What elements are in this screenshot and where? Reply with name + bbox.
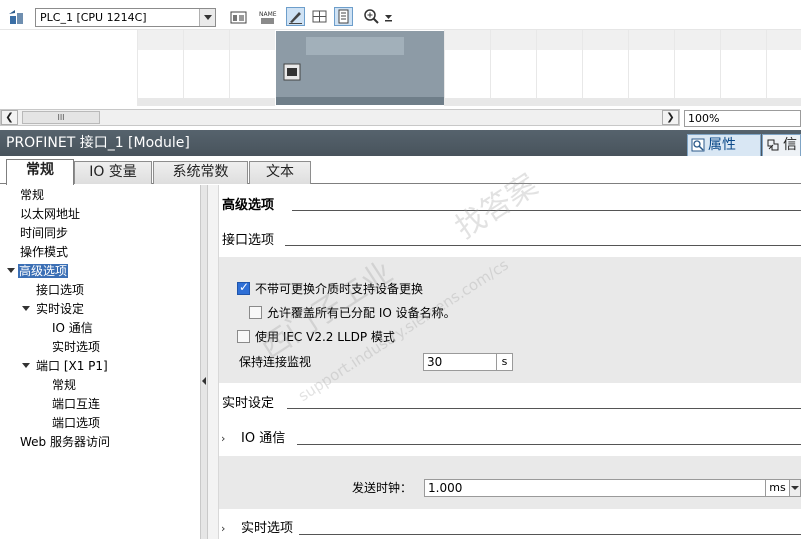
- tree-item-interface-options[interactable]: 接口选项: [36, 281, 84, 299]
- tree-item-port-options[interactable]: 端口选项: [52, 414, 100, 432]
- chevron-down-icon[interactable]: [789, 479, 801, 497]
- rack-slot[interactable]: [183, 30, 229, 106]
- tree-item-port-x1p1[interactable]: 端口 [X1 P1]: [36, 357, 108, 375]
- tab-io-tags[interactable]: IO 变量: [74, 161, 152, 184]
- tree-item-ethernet-address[interactable]: 以太网地址: [20, 205, 80, 223]
- zoom-level-field[interactable]: 100%: [684, 110, 801, 127]
- device-view: PLC_1 [CPU 1214C] NAME ❮ III ❯ 100%: [0, 0, 801, 130]
- send-clock-input[interactable]: 1.000: [424, 479, 766, 497]
- checkbox-lldp-mode[interactable]: [237, 330, 250, 343]
- io-communication-panel: 发送时钟： 1.000 ms: [219, 456, 801, 509]
- properties-icon: [691, 138, 705, 152]
- rack-slot[interactable]: [229, 30, 275, 106]
- rack-slot[interactable]: [490, 30, 536, 106]
- keepalive-input[interactable]: 30: [423, 353, 497, 371]
- tree-item-realtime-settings[interactable]: 实时设定: [36, 300, 84, 318]
- expand-arrow-icon[interactable]: [22, 362, 30, 370]
- rack-slot[interactable]: [444, 30, 490, 106]
- tab-info-label: 信: [783, 137, 797, 153]
- device-selector[interactable]: PLC_1 [CPU 1214C]: [35, 8, 216, 27]
- heading-io-communication: IO 通信: [241, 431, 286, 446]
- heading-interface-options: 接口选项: [222, 233, 275, 248]
- send-clock-unit: ms: [765, 479, 790, 497]
- heading-realtime: 实时设定: [222, 396, 275, 411]
- tree-item-time-sync[interactable]: 时间同步: [20, 224, 68, 242]
- device-toolbar: PLC_1 [CPU 1214C] NAME: [0, 0, 801, 30]
- tree-item-operating-mode[interactable]: 操作模式: [20, 243, 68, 261]
- rack-slot[interactable]: [536, 30, 582, 106]
- expand-arrow-icon[interactable]: [22, 305, 30, 313]
- rack-slot[interactable]: [628, 30, 674, 106]
- section-divider: [285, 245, 801, 246]
- checkbox-device-replace[interactable]: [237, 280, 250, 295]
- device-rack: [0, 30, 801, 108]
- cpu-module-image[interactable]: [276, 31, 444, 105]
- heading-realtime-options: 实时选项: [241, 521, 294, 536]
- rack-slot[interactable]: [137, 30, 183, 106]
- tab-info[interactable]: 信: [762, 134, 801, 156]
- section-divider: [287, 408, 801, 409]
- rack-slot[interactable]: [582, 30, 628, 106]
- chevron-right-icon[interactable]: ›: [221, 520, 225, 538]
- section-divider: [297, 444, 801, 445]
- tab-properties-label: 属性: [708, 137, 736, 153]
- info-icon: [767, 139, 779, 151]
- tab-general[interactable]: 常规: [6, 159, 74, 185]
- grid-icon[interactable]: [310, 7, 329, 26]
- rack-slot[interactable]: [720, 30, 766, 106]
- scroll-left-icon[interactable]: ❮: [1, 110, 18, 125]
- horizontal-scrollbar[interactable]: ❮ III ❯: [0, 109, 680, 126]
- tree-item-port-interconnection[interactable]: 端口互连: [52, 395, 100, 413]
- network-view-icon[interactable]: [6, 7, 25, 26]
- chevron-right-icon[interactable]: ›: [221, 430, 225, 448]
- ethernet-port-icon[interactable]: [283, 63, 301, 81]
- svg-text:NAME: NAME: [259, 11, 277, 18]
- keepalive-unit: s: [496, 353, 513, 371]
- tree-item-io-communication[interactable]: IO 通信: [52, 319, 93, 337]
- device-image-icon[interactable]: [228, 7, 247, 26]
- name-label-icon[interactable]: NAME: [257, 7, 277, 26]
- checkbox-overwrite-names-label: 允许覆盖所有已分配 IO 设备名称。: [267, 306, 456, 320]
- expand-arrow-icon[interactable]: [7, 267, 15, 275]
- tree-item-port-general[interactable]: 常规: [52, 376, 76, 394]
- checkbox-device-replace-label: 不带可更换介质时支持设备更换: [255, 282, 424, 296]
- scroll-thumb[interactable]: III: [22, 111, 100, 124]
- keepalive-label: 保持连接监视: [239, 355, 312, 369]
- tree-item-web-server-access[interactable]: Web 服务器访问: [20, 433, 110, 451]
- pen-draw-icon[interactable]: [286, 7, 305, 26]
- page-view-icon[interactable]: [334, 7, 353, 26]
- section-divider: [299, 534, 801, 535]
- chevron-down-icon[interactable]: [199, 9, 215, 26]
- tab-system-constants[interactable]: 系统常数: [153, 161, 248, 184]
- rack-slot[interactable]: [674, 30, 720, 106]
- inspector-title: PROFINET 接口_1 [Module]: [6, 135, 190, 151]
- tab-texts[interactable]: 文本: [249, 161, 311, 184]
- tree-item-realtime-options[interactable]: 实时选项: [52, 338, 100, 356]
- zoom-step-icon[interactable]: [379, 7, 398, 26]
- checkbox-overwrite-names[interactable]: [249, 306, 262, 319]
- scroll-right-icon[interactable]: ❯: [662, 110, 679, 125]
- properties-content: 高级选项 接口选项 不带可更换介质时支持设备更换 允许覆盖所有已分配 IO 设备…: [219, 185, 801, 539]
- content-vertical-bar[interactable]: [208, 185, 219, 539]
- navigation-tree: 常规 以太网地址 时间同步 操作模式 高级选项 接口选项 实时设定 IO 通信 …: [0, 185, 200, 539]
- tab-properties[interactable]: 属性: [687, 134, 761, 156]
- device-selector-value: PLC_1 [CPU 1214C]: [40, 11, 147, 24]
- send-clock-label: 发送时钟：: [352, 481, 413, 495]
- tree-item-general[interactable]: 常规: [20, 186, 44, 204]
- section-title-advanced: 高级选项: [222, 198, 275, 213]
- inspector-tabs: 常规 IO 变量 系统常数 文本: [0, 156, 801, 185]
- rack-slot[interactable]: [766, 30, 801, 106]
- inspector-header: PROFINET 接口_1 [Module] 属性 信: [0, 130, 801, 156]
- section-divider: [292, 210, 801, 211]
- interface-options-panel: 不带可更换介质时支持设备更换 允许覆盖所有已分配 IO 设备名称。 使用 IEC…: [219, 257, 801, 383]
- pane-splitter[interactable]: [200, 185, 208, 539]
- checkbox-lldp-mode-label: 使用 IEC V2.2 LLDP 模式: [255, 330, 395, 344]
- tree-item-advanced-options[interactable]: 高级选项: [18, 262, 69, 280]
